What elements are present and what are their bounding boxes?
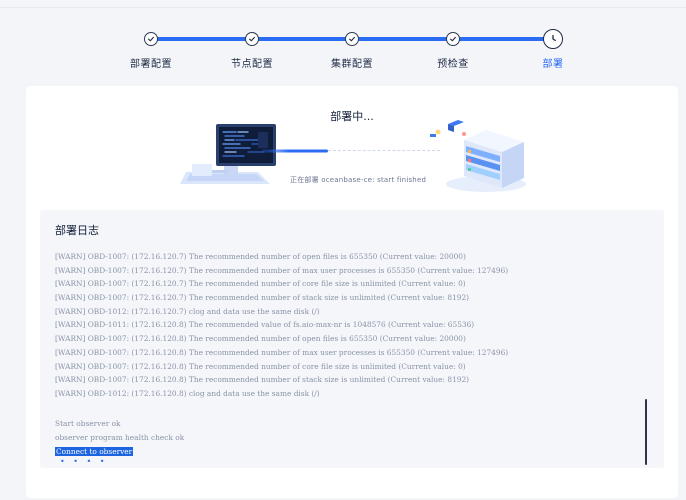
step-node-config[interactable]: 节点配置 [202, 24, 302, 70]
log-scrollbar[interactable] [645, 399, 647, 465]
step-deploy-config[interactable]: 部署配置 [101, 24, 201, 70]
step-label: 部署配置 [130, 59, 172, 70]
log-line: [WARN] OBD-1007: (172.16.120.8) The reco… [55, 334, 466, 344]
log-line: [WARN] OBD-1007: (172.16.120.7) The reco… [55, 252, 466, 261]
log-line: [WARN] OBD-1011: (172.16.120.8) The reco… [55, 320, 475, 330]
log-line-current[interactable]: Connect to observer [55, 445, 635, 459]
check-icon [144, 32, 158, 46]
loading-dots-icon: • • • • [60, 457, 108, 466]
server-illustration [430, 120, 526, 192]
log-line: [WARN] OBD-1012: (172.16.120.8) clog and… [55, 388, 320, 398]
check-icon [345, 32, 359, 46]
deploy-status-text: 正在部署 oceanbase-ce: start finished [290, 176, 427, 184]
log-line: [WARN] OBD-1007: (172.16.120.8) The reco… [55, 361, 466, 371]
deploy-title: 部署中... [330, 110, 374, 123]
deploy-log-panel: 部署日志 [WARN] OBD-1007: (172.16.120.7) The… [40, 210, 664, 468]
log-line: [WARN] OBD-1007: (172.16.120.7) The reco… [55, 293, 470, 303]
log-line: [WARN] OBD-1007: (172.16.120.8) The reco… [55, 375, 470, 385]
log-warnings: [WARN] OBD-1007: (172.16.120.7) The reco… [55, 250, 635, 401]
step-label: 部署 [542, 59, 564, 70]
check-icon [446, 32, 460, 46]
log-line: [WARN] OBD-1007: (172.16.120.7) The reco… [55, 279, 466, 289]
clock-icon [543, 29, 563, 49]
top-divider [0, 0, 686, 8]
computer-illustration [180, 124, 276, 184]
log-line: [WARN] OBD-1007: (172.16.120.8) The reco… [55, 347, 509, 357]
log-tail: Start observer ok observer program healt… [55, 417, 635, 459]
step-cluster-config[interactable]: 集群配置 [302, 24, 402, 70]
step-label: 集群配置 [331, 59, 373, 70]
log-line: [WARN] OBD-1007: (172.16.120.7) The reco… [55, 265, 509, 275]
progress-link-illustration [262, 149, 328, 153]
step-label: 节点配置 [231, 59, 273, 70]
selected-log-text[interactable]: Connect to observer [55, 447, 134, 456]
check-icon [245, 32, 259, 46]
log-line: [WARN] OBD-1012: (172.16.120.7) clog and… [55, 306, 320, 316]
log-line: observer program health check ok [55, 433, 185, 442]
step-deploy[interactable]: 部署 [503, 24, 603, 70]
log-title: 部署日志 [55, 224, 99, 237]
log-line: Start observer ok [55, 419, 121, 428]
deploy-card: 部署中... 正在部署 oceanbase-ce: start finished… [26, 86, 678, 498]
step-label: 预检查 [437, 59, 469, 70]
step-precheck[interactable]: 预检查 [403, 24, 503, 70]
deploy-stepper: 部署配置 节点配置 集群配置 预检查 部署 [0, 24, 686, 74]
